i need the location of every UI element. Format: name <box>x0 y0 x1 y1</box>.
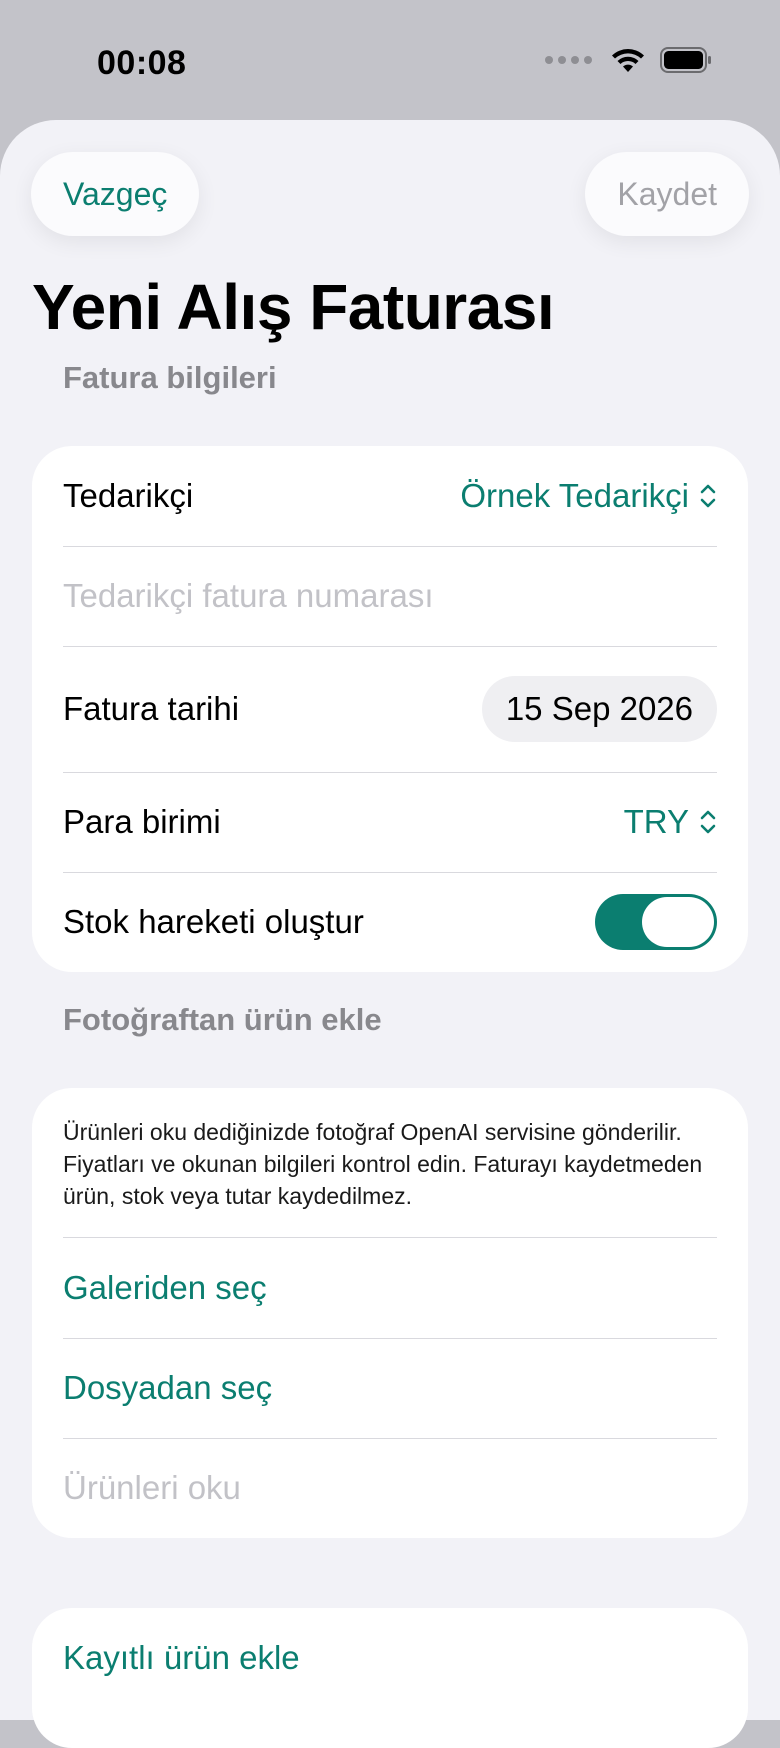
status-bar: 00:08 <box>0 0 780 120</box>
choose-from-file-button[interactable]: Dosyadan seç <box>32 1338 748 1438</box>
status-icons <box>545 46 712 74</box>
currency-value: TRY <box>623 803 689 840</box>
products-card: Kayıtlı ürün ekle <box>32 1608 748 1748</box>
read-products-label: Ürünleri oku <box>63 1469 241 1506</box>
stock-movement-label: Stok hareketi oluştur <box>63 903 364 940</box>
read-products-button[interactable]: Ürünleri oku <box>32 1438 748 1538</box>
invoice-number-field[interactable]: Tedarikçi fatura numarası <box>32 546 748 646</box>
chevron-updown-icon <box>700 810 716 834</box>
battery-icon <box>660 47 711 73</box>
stock-movement-toggle[interactable] <box>595 894 717 950</box>
photo-section-header: Fotoğraftan ürün ekle <box>63 1002 382 1037</box>
status-time: 00:08 <box>97 44 187 82</box>
currency-row[interactable]: Para birimi TRY <box>32 772 748 872</box>
add-saved-product-button[interactable]: Kayıtlı ürün ekle <box>32 1608 748 1708</box>
currency-label: Para birimi <box>63 803 221 840</box>
supplier-row[interactable]: Tedarikçi Örnek Tedarikçi <box>32 446 748 546</box>
gallery-label: Galeriden seç <box>63 1269 267 1306</box>
currency-picker[interactable]: TRY <box>624 803 717 841</box>
photo-card: Ürünleri oku dediğinizde fotoğraf OpenAI… <box>32 1088 748 1538</box>
cancel-button[interactable]: Vazgeç <box>31 152 200 236</box>
invoice-number-placeholder: Tedarikçi fatura numarası <box>63 577 434 614</box>
chevron-updown-icon <box>700 484 716 508</box>
invoice-section-header: Fatura bilgileri <box>63 360 277 395</box>
file-label: Dosyadan seç <box>63 1369 273 1406</box>
choose-from-gallery-button[interactable]: Galeriden seç <box>32 1238 748 1338</box>
invoice-date-picker[interactable]: 15 Sep 2026 <box>481 676 717 742</box>
invoice-card: Tedarikçi Örnek Tedarikçi Tedarikçi fatu… <box>32 446 748 972</box>
save-button[interactable]: Kaydet <box>585 152 749 236</box>
add-saved-product-label: Kayıtlı ürün ekle <box>63 1639 300 1676</box>
page-title: Yeni Alış Faturası <box>32 271 555 343</box>
sheet: Vazgeç Kaydet Yeni Alış Faturası Fatura … <box>0 120 780 1748</box>
supplier-value: Örnek Tedarikçi <box>460 477 689 514</box>
supplier-label: Tedarikçi <box>63 477 194 514</box>
toggle-knob <box>642 897 714 947</box>
supplier-picker[interactable]: Örnek Tedarikçi <box>460 477 717 515</box>
signal-dots-icon <box>545 56 592 64</box>
invoice-date-row: Fatura tarihi 15 Sep 2026 <box>32 646 748 772</box>
photo-info-text: Ürünleri oku dediğinizde fotoğraf OpenAI… <box>32 1088 748 1238</box>
stock-movement-row: Stok hareketi oluştur <box>32 872 748 972</box>
invoice-date-label: Fatura tarihi <box>63 690 240 727</box>
wifi-icon <box>612 49 644 72</box>
